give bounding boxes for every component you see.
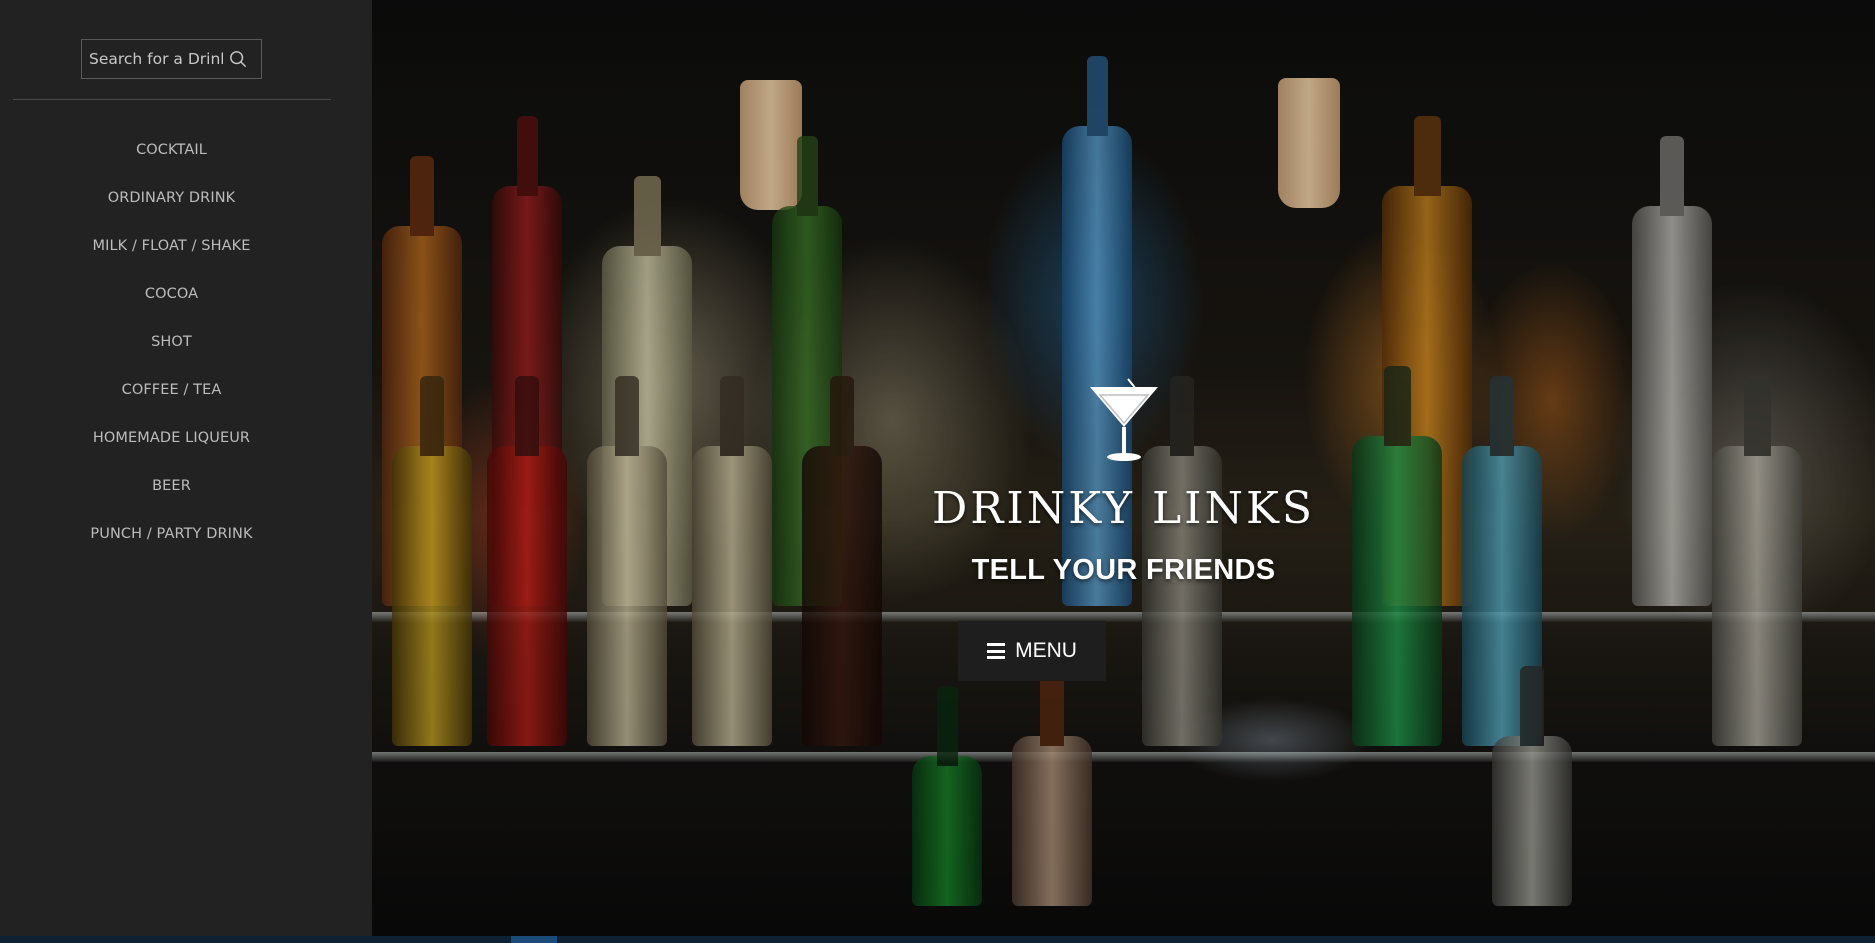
- nav-item-cocktail[interactable]: COCKTAIL: [0, 126, 343, 174]
- menu-button-label: MENU: [1015, 639, 1077, 662]
- search-box[interactable]: [81, 39, 262, 79]
- search-input[interactable]: [89, 50, 223, 68]
- nav-item-shot[interactable]: SHOT: [0, 318, 343, 366]
- taskbar-active-app[interactable]: [511, 936, 557, 943]
- nav-item-punch-party-drink[interactable]: PUNCH / PARTY DRINK: [0, 510, 343, 558]
- menu-button[interactable]: MENU: [958, 621, 1106, 681]
- nav-item-homemade-liqueur[interactable]: HOMEMADE LIQUEUR: [0, 414, 343, 462]
- hamburger-icon: [987, 643, 1006, 659]
- nav-item-coffee-tea[interactable]: COFFEE / TEA: [0, 366, 343, 414]
- hero-background: DRINKY LINKS TELL YOUR FRIENDS MENU: [372, 0, 1875, 936]
- nav-item-beer[interactable]: BEER: [0, 462, 343, 510]
- site-title: DRINKY LINKS: [931, 483, 1316, 534]
- brand-block: DRINKY LINKS TELL YOUR FRIENDS: [372, 375, 1875, 587]
- nav-item-ordinary-drink[interactable]: ORDINARY DRINK: [0, 174, 343, 222]
- nav-item-milk-float-shake[interactable]: MILK / FLOAT / SHAKE: [0, 222, 343, 270]
- sidebar: COCKTAIL ORDINARY DRINK MILK / FLOAT / S…: [0, 0, 372, 936]
- category-nav: COCKTAIL ORDINARY DRINK MILK / FLOAT / S…: [0, 126, 343, 558]
- sidebar-divider: [13, 99, 331, 100]
- nav-item-cocoa[interactable]: COCOA: [0, 270, 343, 318]
- taskbar: [0, 936, 1875, 943]
- martini-glass-icon: [1089, 378, 1158, 461]
- tagline: TELL YOUR FRIENDS: [971, 554, 1276, 586]
- search-icon[interactable]: [229, 50, 247, 68]
